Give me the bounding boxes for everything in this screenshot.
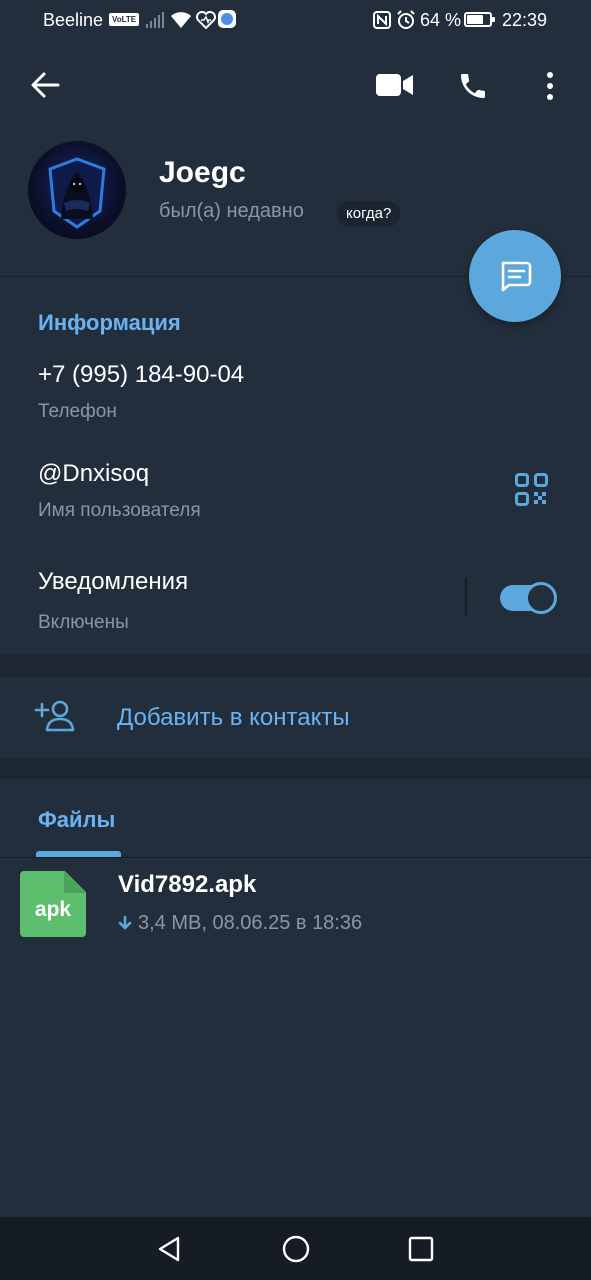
nfc-icon bbox=[373, 11, 391, 29]
contact-name: Joegc bbox=[159, 156, 246, 189]
nav-home-icon[interactable] bbox=[282, 1235, 310, 1263]
file-name[interactable]: Vid7892.apk bbox=[118, 871, 256, 899]
tab-divider bbox=[0, 857, 591, 858]
phone-call-icon[interactable] bbox=[457, 70, 489, 102]
nav-back-icon[interactable] bbox=[156, 1236, 182, 1262]
phone-number[interactable]: +7 (995) 184-90-04 bbox=[38, 361, 244, 389]
more-vert-icon[interactable] bbox=[545, 71, 555, 101]
clock: 22:39 bbox=[502, 10, 548, 30]
wifi-icon bbox=[171, 12, 191, 28]
notifications-toggle[interactable] bbox=[500, 582, 557, 614]
add-user-icon bbox=[34, 700, 75, 732]
back-arrow-icon[interactable] bbox=[30, 71, 60, 99]
app-notification-icon bbox=[218, 10, 236, 28]
battery-icon bbox=[464, 12, 495, 27]
divider bbox=[465, 578, 467, 616]
files-section bbox=[0, 779, 591, 1217]
username-label: Имя пользователя bbox=[38, 500, 201, 521]
notifications-state: Включены bbox=[38, 612, 129, 633]
video-call-icon[interactable] bbox=[376, 73, 414, 97]
when-pill-button[interactable]: когда? bbox=[337, 201, 401, 227]
volte-badge: VoLTE bbox=[109, 13, 140, 26]
file-extension: apk bbox=[34, 898, 72, 921]
avatar[interactable] bbox=[28, 141, 126, 239]
nav-recents-icon[interactable] bbox=[408, 1236, 434, 1262]
status-bar: Beeline VoLTE 64 % 22:39 bbox=[0, 0, 591, 42]
system-nav-bar bbox=[0, 1217, 591, 1280]
info-title: Информация bbox=[38, 310, 181, 335]
add-contact-label: Добавить в контакты bbox=[117, 704, 350, 731]
tab-files[interactable]: Файлы bbox=[38, 807, 115, 833]
heart-icon bbox=[196, 11, 216, 29]
file-size-date: 3,4 MB, 08.06.25 в 18:36 bbox=[138, 912, 363, 934]
signal-icon bbox=[146, 12, 164, 28]
last-seen-status: был(а) недавно bbox=[159, 200, 304, 222]
notifications-title: Уведомления bbox=[38, 568, 189, 595]
download-arrow-icon bbox=[118, 915, 132, 929]
username[interactable]: @Dnxisoq bbox=[38, 460, 149, 488]
carrier-name: Beeline bbox=[43, 10, 104, 30]
message-icon bbox=[501, 261, 532, 292]
file-meta: 3,4 MB, 08.06.25 в 18:36 bbox=[118, 912, 362, 935]
alarm-icon bbox=[397, 10, 415, 29]
battery-percent: 64 % bbox=[420, 10, 462, 30]
qr-code-icon[interactable] bbox=[515, 473, 548, 506]
phone-label: Телефон bbox=[38, 401, 117, 422]
send-message-button[interactable] bbox=[469, 230, 561, 322]
